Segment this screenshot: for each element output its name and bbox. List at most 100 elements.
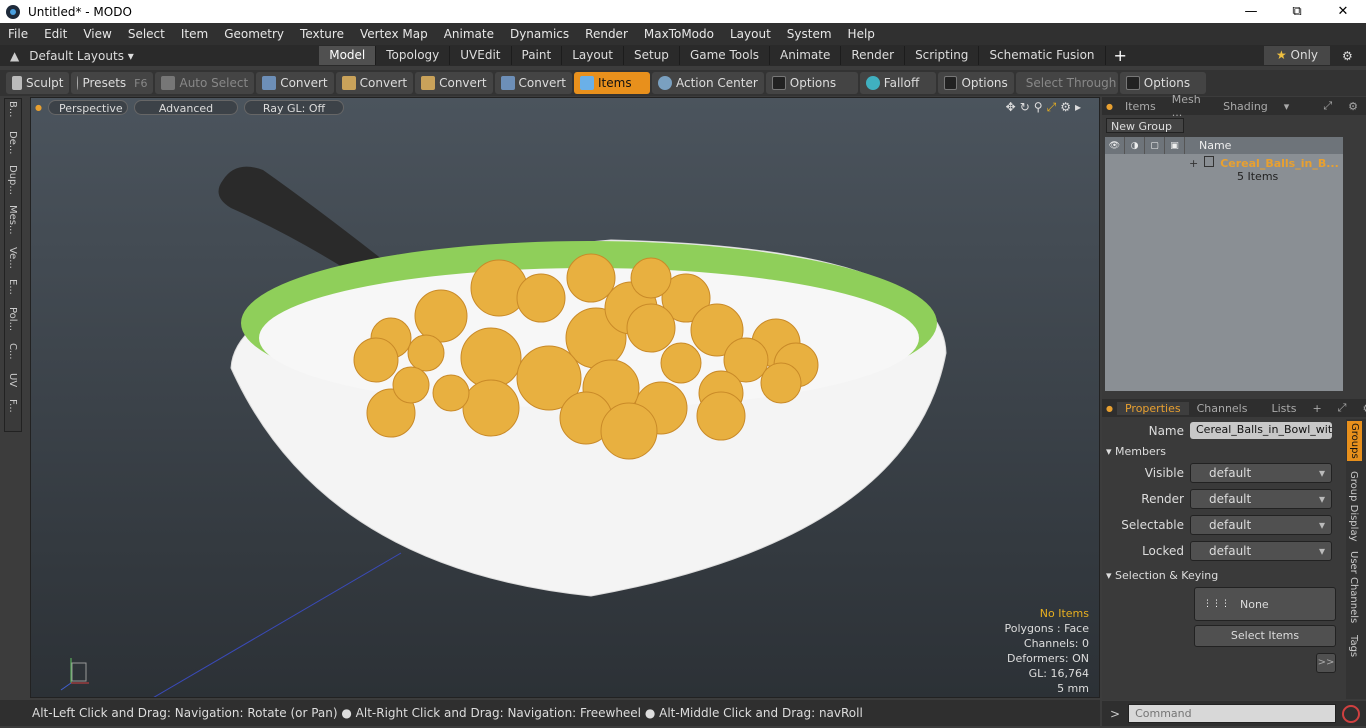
left-tab-deform[interactable]: De... xyxy=(7,131,18,154)
falloff-button[interactable]: Falloff xyxy=(859,72,936,94)
tab-model[interactable]: Model xyxy=(319,46,377,65)
maximize-icon[interactable]: ⧉ xyxy=(1274,0,1320,23)
select-through-button[interactable]: Select Through xyxy=(1015,72,1118,94)
locked-dropdown[interactable]: default xyxy=(1190,541,1332,561)
tab-items[interactable]: Items xyxy=(1117,100,1164,113)
options-icon-2 xyxy=(943,76,958,90)
tab-animate[interactable]: Animate xyxy=(770,46,842,65)
left-tab-duplicate[interactable]: Dup... xyxy=(7,165,18,195)
convert-button-3[interactable]: Convert xyxy=(415,72,493,94)
menu-animate[interactable]: Animate xyxy=(436,27,502,41)
add-tab-plus-icon[interactable]: + xyxy=(1304,402,1329,415)
left-tab-mesh-edit[interactable]: Mes... xyxy=(7,205,18,235)
group-row[interactable]: + Cereal_Balls_in_B... 5 Items xyxy=(1189,156,1339,183)
convert-button-4[interactable]: Convert xyxy=(494,72,572,94)
left-tab-basic[interactable]: B... xyxy=(7,101,18,117)
lock-icon[interactable]: ▣ xyxy=(1165,137,1185,154)
command-input[interactable] xyxy=(1128,704,1337,723)
menu-vertex-map[interactable]: Vertex Map xyxy=(352,27,436,41)
convert-button-1[interactable]: Convert xyxy=(256,72,334,94)
record-icon[interactable] xyxy=(1342,704,1361,723)
menu-system[interactable]: System xyxy=(779,27,840,41)
tab-render[interactable]: Render xyxy=(841,46,906,65)
menu-texture[interactable]: Texture xyxy=(292,27,352,41)
options-button-1[interactable]: Options xyxy=(765,72,858,94)
panel-gear-icon[interactable]: ⚙ xyxy=(1340,100,1366,113)
tab-properties[interactable]: Properties xyxy=(1116,401,1189,415)
menu-edit[interactable]: Edit xyxy=(36,27,75,41)
3d-viewport[interactable]: ● Perspective Advanced Ray GL: Off ✥ ↻ ⚲… xyxy=(30,97,1100,698)
visible-dropdown[interactable]: default xyxy=(1190,463,1332,483)
tab-topology[interactable]: Topology xyxy=(376,46,451,65)
tab-schematic-fusion[interactable]: Schematic Fusion xyxy=(979,46,1106,65)
render-icon[interactable]: ◑ xyxy=(1125,137,1145,154)
status-bar: Alt-Left Click and Drag: Navigation: Rot… xyxy=(0,700,1100,726)
tab-lists[interactable]: Lists xyxy=(1263,402,1304,415)
selectable-dropdown[interactable]: default xyxy=(1190,515,1332,535)
auto-select-button[interactable]: Auto Select xyxy=(155,72,255,94)
left-tab-fusion[interactable]: F... xyxy=(7,399,18,413)
menu-layout[interactable]: Layout xyxy=(722,27,779,41)
options-button-2[interactable]: Options xyxy=(937,72,1014,94)
menu-render[interactable]: Render xyxy=(577,27,636,41)
panel-expand-icon[interactable]: ⤢ xyxy=(1315,99,1340,113)
tab-setup[interactable]: Setup xyxy=(624,46,680,65)
left-tab-uv[interactable]: UV xyxy=(7,373,18,387)
left-tab-edge[interactable]: E... xyxy=(7,279,18,295)
tab-menu-icon[interactable]: ▾ xyxy=(1276,100,1298,113)
menu-view[interactable]: View xyxy=(75,27,119,41)
selection-keying-section[interactable]: ▾ Selection & Keying xyxy=(1106,569,1340,582)
only-button[interactable]: ★ Only xyxy=(1264,46,1330,65)
column-name: Name xyxy=(1199,139,1232,152)
layout-arrow-icon[interactable]: ▲ xyxy=(10,49,19,63)
visibility-eye-icon[interactable]: 👁 xyxy=(1105,137,1125,154)
left-tab-vertex[interactable]: Ve... xyxy=(7,247,18,269)
convert-button-2[interactable]: Convert xyxy=(335,72,414,94)
minimize-icon[interactable]: — xyxy=(1228,0,1274,23)
menu-file[interactable]: File xyxy=(0,27,36,41)
tab-channels[interactable]: Channels xyxy=(1189,402,1256,415)
select-items-button[interactable]: Select Items xyxy=(1194,625,1336,647)
menu-help[interactable]: Help xyxy=(840,27,883,41)
menu-geometry[interactable]: Geometry xyxy=(216,27,292,41)
layout-preset-dropdown[interactable]: Default Layouts ▾ xyxy=(29,49,319,63)
props-expand-icon[interactable]: ⤢ xyxy=(1330,401,1355,415)
tab-shading[interactable]: Shading xyxy=(1215,100,1276,113)
tab-paint[interactable]: Paint xyxy=(512,46,563,65)
menu-select[interactable]: Select xyxy=(120,27,173,41)
select-icon[interactable]: ▢ xyxy=(1145,137,1165,154)
tab-scripting[interactable]: Scripting xyxy=(905,46,980,65)
gear-icon[interactable]: ⚙ xyxy=(1342,49,1353,63)
side-tab-user-channels[interactable]: User Channels xyxy=(1348,551,1359,623)
convert-label-3: Convert xyxy=(439,76,487,90)
options-button-3[interactable]: Options xyxy=(1119,72,1206,94)
side-tab-group-display[interactable]: Group Display xyxy=(1348,471,1359,541)
close-icon[interactable]: ✕ xyxy=(1320,0,1366,23)
locked-row: Locked default xyxy=(1106,541,1332,561)
render-dropdown[interactable]: default xyxy=(1190,489,1332,509)
action-center-button[interactable]: Action Center xyxy=(652,72,764,94)
add-tab-icon[interactable]: + xyxy=(1114,46,1127,65)
name-field[interactable]: Cereal_Balls_in_Bowl_with_ xyxy=(1190,422,1332,439)
side-tab-tags[interactable]: Tags xyxy=(1348,635,1359,657)
new-group-button[interactable]: New Group xyxy=(1106,118,1184,133)
tab-mesh[interactable]: Mesh ... xyxy=(1164,93,1215,119)
side-tab-groups[interactable]: Groups xyxy=(1347,421,1362,461)
menu-dynamics[interactable]: Dynamics xyxy=(502,27,577,41)
left-tab-polygon[interactable]: Pol... xyxy=(7,307,18,331)
sculpt-button[interactable]: Sculpt xyxy=(6,72,70,94)
menu-maxtomodo[interactable]: MaxToModo xyxy=(636,27,722,41)
presets-button[interactable]: Presets F6 xyxy=(71,72,154,94)
tab-uvedit[interactable]: UVEdit xyxy=(450,46,512,65)
tab-layout[interactable]: Layout xyxy=(562,46,624,65)
tab-game-tools[interactable]: Game Tools xyxy=(680,46,771,65)
menu-item[interactable]: Item xyxy=(173,27,216,41)
items-button[interactable]: Items xyxy=(574,72,650,94)
members-section[interactable]: ▾ Members xyxy=(1106,445,1340,458)
props-gear-icon[interactable]: ⚙ xyxy=(1354,402,1366,415)
left-tab-curve[interactable]: C... xyxy=(7,343,18,360)
none-button[interactable]: ⋮⋮⋮ None xyxy=(1194,587,1336,621)
visible-row: Visible default xyxy=(1106,463,1332,483)
expand-plus-icon[interactable]: + xyxy=(1189,157,1198,170)
more-button[interactable]: >> xyxy=(1316,653,1336,673)
